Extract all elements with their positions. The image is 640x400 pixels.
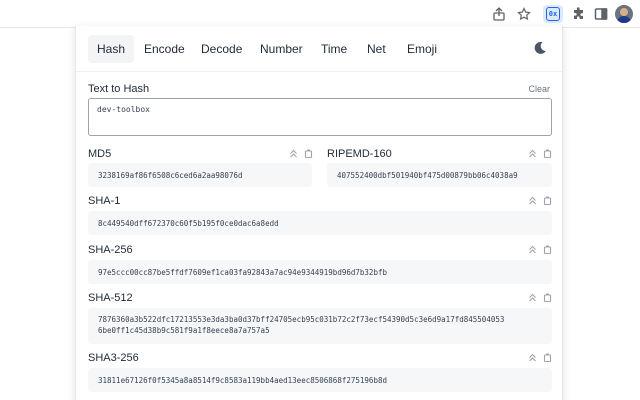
puzzle-icon[interactable] <box>570 5 588 23</box>
hash-input[interactable]: dev-toolbox <box>88 98 552 136</box>
tab-decode[interactable]: Decode <box>192 35 251 63</box>
collapse-icon[interactable] <box>528 196 537 205</box>
avatar[interactable] <box>615 5 633 23</box>
ripemd160-label: RIPEMD-160 <box>327 148 392 160</box>
tab-bar: Hash Encode Decode Number Time Net Emoji <box>76 26 562 72</box>
md5-actions <box>289 149 313 158</box>
sha1-actions <box>528 196 552 205</box>
dark-mode-toggle-icon[interactable] <box>532 40 548 56</box>
tab-net[interactable]: Net <box>358 35 395 63</box>
sha1-label: SHA-1 <box>88 195 121 207</box>
sha256-actions <box>528 245 552 254</box>
copy-icon[interactable] <box>543 245 552 254</box>
extension-badge: 0x <box>546 7 560 21</box>
tab-emoji[interactable]: Emoji <box>398 35 446 63</box>
sidebar-icon[interactable] <box>592 5 610 23</box>
tab-encode[interactable]: Encode <box>135 35 194 63</box>
copy-icon[interactable] <box>543 293 552 302</box>
collapse-icon[interactable] <box>528 353 537 362</box>
collapse-icon[interactable] <box>289 149 298 158</box>
md5-value: 3238169af86f6508c6ced6a2aa98076d <box>88 163 312 187</box>
star-icon[interactable] <box>515 5 533 23</box>
ripemd160-value: 407552400dbf501940bf475d00879bb06c4038a9 <box>327 163 552 187</box>
sha256-value: 97e5ccc00cc87be5ffdf7609ef1ca03fa92843a7… <box>88 260 552 284</box>
clear-button[interactable]: Clear <box>528 84 550 94</box>
collapse-icon[interactable] <box>528 293 537 302</box>
collapse-icon[interactable] <box>528 245 537 254</box>
extension-active-icon[interactable]: 0x <box>543 5 563 23</box>
sha512-label: SHA-512 <box>88 292 133 304</box>
sha3-256-actions <box>528 353 552 362</box>
sha3-256-label: SHA3-256 <box>88 352 139 364</box>
sha3-256-value: 31811e67126f0f5345a8a8514f9c8583a119bb4a… <box>88 368 552 392</box>
ripemd160-actions <box>528 149 552 158</box>
tab-hash[interactable]: Hash <box>88 35 135 63</box>
copy-icon[interactable] <box>543 149 552 158</box>
sha1-value: 8c449540dff672370c60f5b195f0ce0dac6a8edd <box>88 211 552 235</box>
md5-label: MD5 <box>88 148 112 160</box>
share-icon[interactable] <box>490 5 508 23</box>
input-label: Text to Hash <box>88 83 150 95</box>
sha512-value: 7876360a3b522dfc17213553e3da3ba0d37bff24… <box>88 308 552 344</box>
tab-time[interactable]: Time <box>312 35 356 63</box>
copy-icon[interactable] <box>543 353 552 362</box>
sha512-actions <box>528 293 552 302</box>
browser-toolbar: 0x <box>0 0 640 28</box>
copy-icon[interactable] <box>543 196 552 205</box>
copy-icon[interactable] <box>304 149 313 158</box>
extension-popup: Hash Encode Decode Number Time Net Emoji… <box>75 26 563 400</box>
tab-number[interactable]: Number <box>251 35 312 63</box>
sha256-label: SHA-256 <box>88 244 133 256</box>
collapse-icon[interactable] <box>528 149 537 158</box>
